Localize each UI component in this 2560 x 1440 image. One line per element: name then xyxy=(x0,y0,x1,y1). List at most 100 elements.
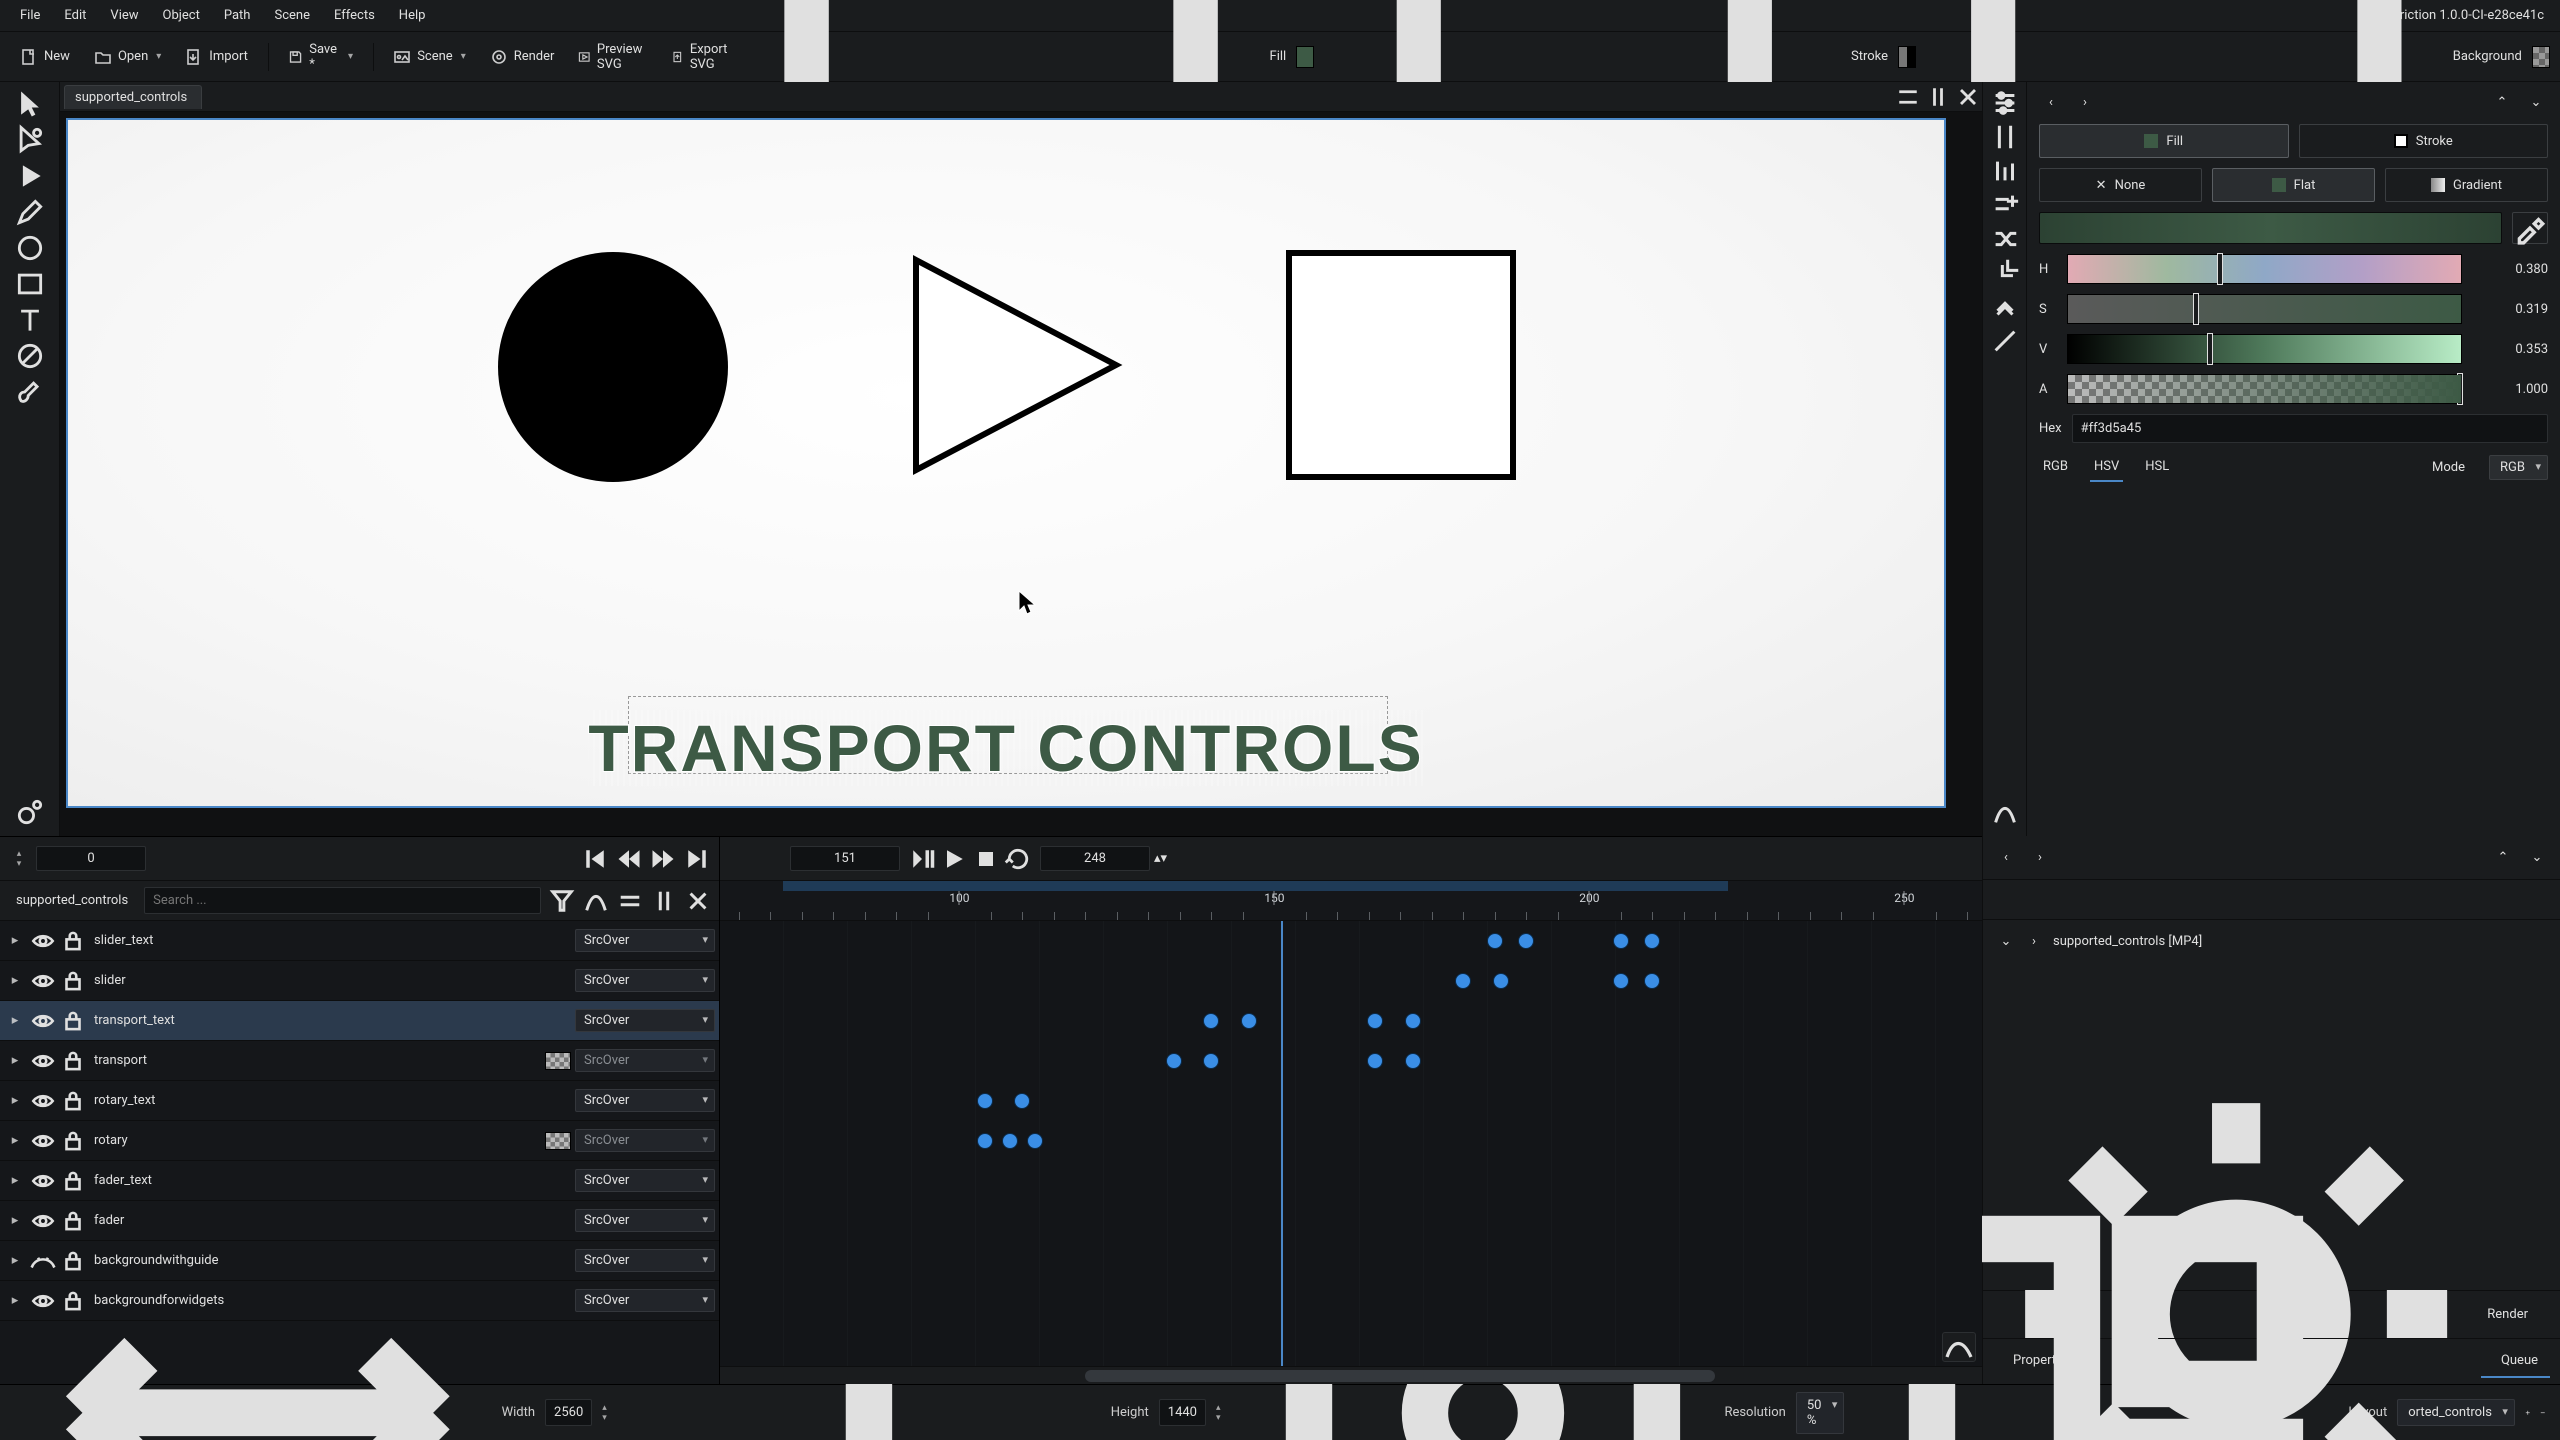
keyframe[interactable] xyxy=(1518,933,1534,949)
layer-pattern-toggle[interactable] xyxy=(545,1052,571,1070)
panel-levels[interactable] xyxy=(1990,156,2020,186)
panel-add[interactable] xyxy=(1990,190,2020,220)
layer-visibility[interactable] xyxy=(30,1128,56,1154)
fill-tab[interactable]: Fill xyxy=(2039,124,2289,158)
tool-play-head[interactable] xyxy=(14,160,46,192)
tool-text[interactable] xyxy=(14,304,46,336)
paint-none[interactable]: ✕None xyxy=(2039,168,2202,202)
timeline-tracks[interactable] xyxy=(720,921,1982,1384)
queue-max[interactable]: ⌄ xyxy=(2524,845,2550,871)
panel-curve[interactable] xyxy=(1990,798,2020,828)
menu-effects[interactable]: Effects xyxy=(322,2,387,29)
s-value[interactable]: 0.319 xyxy=(2472,302,2548,317)
layer-blend-select[interactable]: SrcOver xyxy=(575,1049,715,1072)
end-frame-spin[interactable]: ▴▾ xyxy=(1154,851,1167,866)
tool-pencil[interactable] xyxy=(14,196,46,228)
layer-visibility[interactable] xyxy=(30,1008,56,1034)
stroke-tab[interactable]: Stroke xyxy=(2299,124,2549,158)
panel-collapse[interactable] xyxy=(1990,258,2020,288)
keyframe[interactable] xyxy=(1203,1013,1219,1029)
keyframe[interactable] xyxy=(1644,973,1660,989)
layer-row[interactable]: ▸transport_textSrcOver xyxy=(0,1001,719,1041)
keyframe[interactable] xyxy=(977,1133,993,1149)
keyframe[interactable] xyxy=(1203,1053,1219,1069)
layer-expand[interactable]: ▸ xyxy=(4,933,26,948)
layer-blend-select[interactable]: SrcOver xyxy=(575,1009,715,1032)
panel-adjust-2[interactable] xyxy=(1990,122,2020,152)
keyframe[interactable] xyxy=(1367,1013,1383,1029)
layers-curve[interactable] xyxy=(583,888,609,914)
keyframe[interactable] xyxy=(1613,933,1629,949)
keyframe[interactable] xyxy=(1613,973,1629,989)
go-end[interactable] xyxy=(683,845,711,873)
layer-row[interactable]: ▸rotarySrcOver xyxy=(0,1121,719,1161)
canvas-split-horizontal[interactable] xyxy=(1894,86,1922,108)
current-frame-input[interactable]: 151 xyxy=(790,846,900,871)
tool-zoom-settings[interactable] xyxy=(14,796,46,828)
timeline-ruler[interactable]: 100150200250 xyxy=(720,881,1982,921)
layer-blend-select[interactable]: SrcOver xyxy=(575,1089,715,1112)
go-start[interactable] xyxy=(581,845,609,873)
stop[interactable] xyxy=(972,845,1000,873)
canvas-close[interactable] xyxy=(1954,86,1982,108)
panel-adjust-1[interactable] xyxy=(1990,88,2020,118)
layer-pattern-toggle[interactable] xyxy=(545,1092,571,1110)
layer-expand[interactable]: ▸ xyxy=(4,1053,26,1068)
resolution-select[interactable]: 50 % xyxy=(1796,1392,1845,1434)
layer-row[interactable]: ▸sliderSrcOver xyxy=(0,961,719,1001)
render-button[interactable]: Render xyxy=(480,42,565,72)
layer-row[interactable]: ▸transportSrcOver xyxy=(0,1041,719,1081)
layer-expand[interactable]: ▸ xyxy=(4,1013,26,1028)
queue-render-label[interactable]: Render xyxy=(2487,1307,2528,1322)
work-range-bar[interactable] xyxy=(783,881,1728,891)
import-button[interactable]: Import xyxy=(175,42,258,72)
layer-lock[interactable] xyxy=(60,1088,86,1114)
keyframe[interactable] xyxy=(1405,1013,1421,1029)
val-slider[interactable] xyxy=(2067,334,2462,364)
keyframe[interactable] xyxy=(1487,933,1503,949)
color-preview-bar[interactable] xyxy=(2039,212,2502,244)
panel-expand[interactable] xyxy=(1990,292,2020,322)
new-button[interactable]: New xyxy=(10,42,80,72)
keyframe[interactable] xyxy=(1166,1053,1182,1069)
height-input[interactable]: 1440 xyxy=(1159,1399,1206,1426)
panel-line[interactable] xyxy=(1990,326,2020,356)
background-swatch[interactable] xyxy=(2532,46,2550,68)
sat-slider[interactable] xyxy=(2067,294,2462,324)
timeline-hscroll[interactable] xyxy=(720,1366,1982,1384)
layer-blend-select[interactable]: SrcOver xyxy=(575,929,715,952)
layer-row[interactable]: ▸slider_textSrcOver xyxy=(0,921,719,961)
panel-collapse-up[interactable]: ⌃ xyxy=(2490,90,2514,114)
end-frame-input[interactable]: 248 xyxy=(1040,846,1150,871)
keyframe[interactable] xyxy=(1644,933,1660,949)
alpha-slider[interactable] xyxy=(2067,374,2462,404)
keyframe[interactable] xyxy=(1405,1053,1421,1069)
layers-close[interactable] xyxy=(685,888,711,914)
canvas-square-shape[interactable] xyxy=(1286,250,1516,480)
layer-expand[interactable]: ▸ xyxy=(4,1293,26,1308)
layer-blend-select[interactable]: SrcOver xyxy=(575,969,715,992)
scene-button[interactable]: Scene▾ xyxy=(383,42,476,72)
layers-filter[interactable] xyxy=(549,888,575,914)
layers-split-v[interactable] xyxy=(651,888,677,914)
panel-nav-prev[interactable]: ‹ xyxy=(2039,90,2063,114)
layer-blend-select[interactable]: SrcOver xyxy=(575,1129,715,1152)
layer-pattern-toggle[interactable] xyxy=(545,932,571,950)
height-spin[interactable]: ▴▾ xyxy=(1216,1404,1221,1422)
keyframe[interactable] xyxy=(977,1093,993,1109)
keyframe[interactable] xyxy=(1027,1133,1043,1149)
keyframe[interactable] xyxy=(1014,1093,1030,1109)
tool-ellipse[interactable] xyxy=(14,232,46,264)
keyframe[interactable] xyxy=(1455,973,1471,989)
canvas-triangle-shape[interactable] xyxy=(906,250,1136,480)
layer-pattern-toggle[interactable] xyxy=(545,1132,571,1150)
width-spin[interactable]: ▴▾ xyxy=(602,1404,607,1422)
playhead[interactable] xyxy=(1281,921,1283,1384)
panel-expand-down[interactable]: ⌄ xyxy=(2524,90,2548,114)
layer-expand[interactable]: ▸ xyxy=(4,1213,26,1228)
queue-nav-prev[interactable]: ‹ xyxy=(1993,845,2019,871)
hsl-tab[interactable]: HSL xyxy=(2141,453,2173,482)
layer-pattern-toggle[interactable] xyxy=(545,972,571,990)
layer-lock[interactable] xyxy=(60,1008,86,1034)
graph-editor-button[interactable] xyxy=(1942,1332,1976,1362)
